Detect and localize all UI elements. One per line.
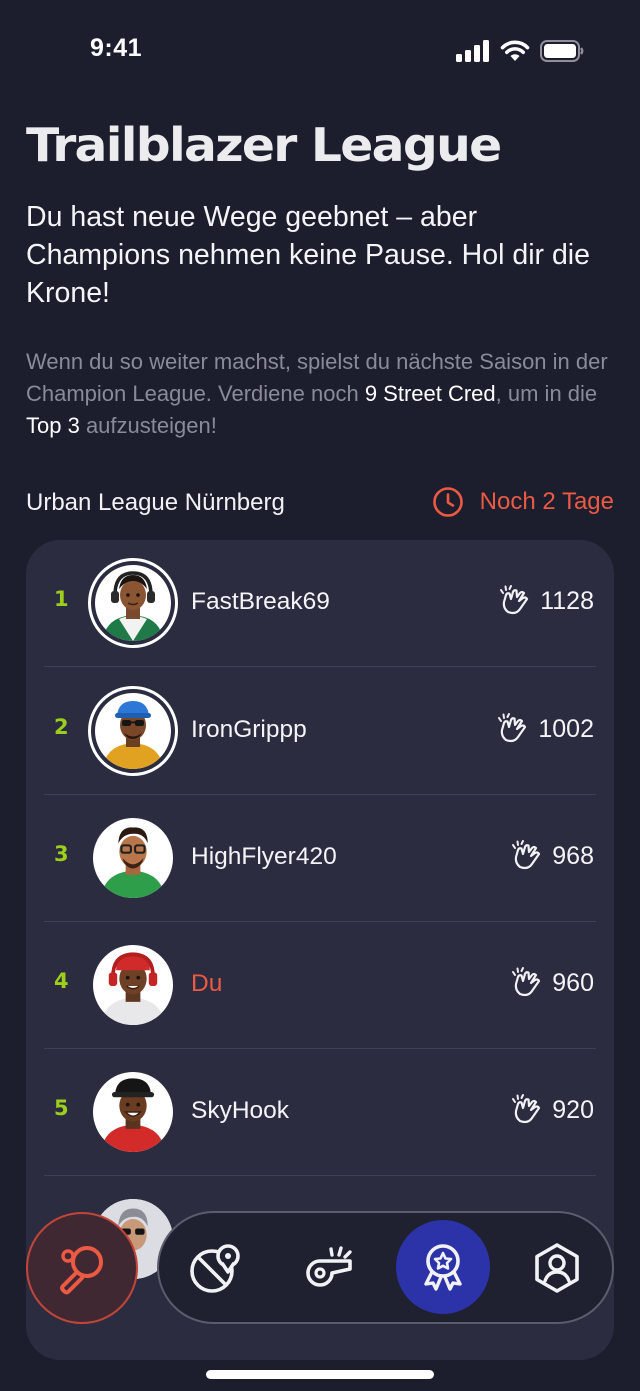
clap-hand-icon: [498, 713, 527, 743]
whistle-icon: [306, 1246, 352, 1287]
nav-whistle-button[interactable]: [291, 1230, 367, 1306]
street-cred-score: 1002: [496, 712, 594, 746]
street-cred-score: 920: [510, 1093, 594, 1127]
leaderboard-row-3[interactable]: 3 HighFlyer420 968: [26, 795, 614, 922]
signal-icon: [456, 40, 489, 62]
avatar: [88, 558, 178, 648]
leaderboard-row-4[interactable]: 4 Du 960: [26, 922, 614, 1049]
status-time: 9:41: [90, 34, 143, 62]
street-cred-score: 1128: [498, 584, 594, 618]
score-value: 920: [552, 1095, 594, 1124]
battery-icon: [540, 40, 584, 62]
map-ball-icon: [190, 1244, 240, 1293]
ping-pong-button[interactable]: [26, 1212, 138, 1324]
countdown-label: Noch 2 Tage: [479, 488, 614, 515]
info-suffix: aufzusteigen!: [79, 413, 217, 438]
league-info-text: Wenn du so weiter machst, spielst du näc…: [26, 346, 626, 442]
leaderboard-row-1[interactable]: 1 FastBreak69 1128: [26, 540, 614, 667]
avatar-image: [95, 693, 171, 769]
avatar-image: [93, 818, 173, 898]
rank-number: 3: [54, 842, 69, 866]
info-top-rank: Top 3: [26, 413, 80, 438]
rank-number: 1: [54, 587, 69, 611]
clock-icon: [432, 487, 463, 517]
avatar-image: [93, 1072, 173, 1152]
rank-number: 2: [54, 715, 69, 739]
page-subtitle: Du hast neue Wege geebnet – aber Champio…: [26, 201, 590, 309]
nav-leagues-button-active[interactable]: [396, 1220, 490, 1314]
status-icons: [456, 40, 584, 62]
player-name-current-user: Du: [191, 970, 223, 997]
leaderboard-row-5[interactable]: 5 SkyHook 920: [26, 1049, 614, 1176]
row-divider: [44, 666, 596, 667]
score-value: 1002: [538, 714, 594, 743]
avatar: [88, 1067, 178, 1157]
player-name: SkyHook: [191, 1097, 290, 1124]
street-cred-score: 960: [510, 966, 594, 1000]
avatar: [88, 686, 178, 776]
rank-number: 5: [54, 1096, 69, 1120]
season-countdown: Noch 2 Tage: [432, 486, 614, 518]
league-row: Urban League Nürnberg Noch 2 Tage: [26, 486, 616, 526]
score-value: 968: [552, 841, 594, 870]
clap-hand-icon: [512, 1094, 541, 1124]
nav-map-button[interactable]: [177, 1230, 253, 1306]
clap-hand-icon: [512, 967, 541, 997]
rank-number: 4: [54, 969, 69, 993]
player-name: FastBreak69: [191, 588, 330, 615]
clap-hand-icon: [500, 585, 529, 615]
avatar-image: [95, 565, 171, 641]
wifi-icon: [500, 40, 530, 61]
info-middle: , um in die: [495, 381, 598, 406]
avatar: [88, 940, 178, 1030]
award-icon: [424, 1244, 462, 1291]
player-name: HighFlyer420: [191, 843, 337, 870]
leaderboard-row-2[interactable]: 2 IronGrippp 1002: [26, 668, 614, 795]
page-title: Trailblazer League: [26, 118, 502, 172]
info-street-cred: 9 Street Cred: [364, 381, 496, 406]
status-bar: 9:41: [0, 0, 640, 100]
player-name: IronGrippp: [191, 716, 307, 743]
avatar-image: [93, 945, 173, 1025]
bottom-navigation: [157, 1211, 614, 1324]
profile-icon: [535, 1243, 579, 1293]
clap-hand-icon: [512, 840, 541, 870]
league-name: Urban League Nürnberg: [26, 489, 285, 516]
home-indicator[interactable]: [206, 1370, 434, 1379]
avatar: [88, 813, 178, 903]
nav-profile-button[interactable]: [519, 1230, 595, 1306]
score-value: 960: [552, 968, 594, 997]
score-value: 1128: [540, 586, 594, 615]
street-cred-score: 968: [510, 839, 594, 873]
ping-pong-icon: [60, 1246, 103, 1295]
